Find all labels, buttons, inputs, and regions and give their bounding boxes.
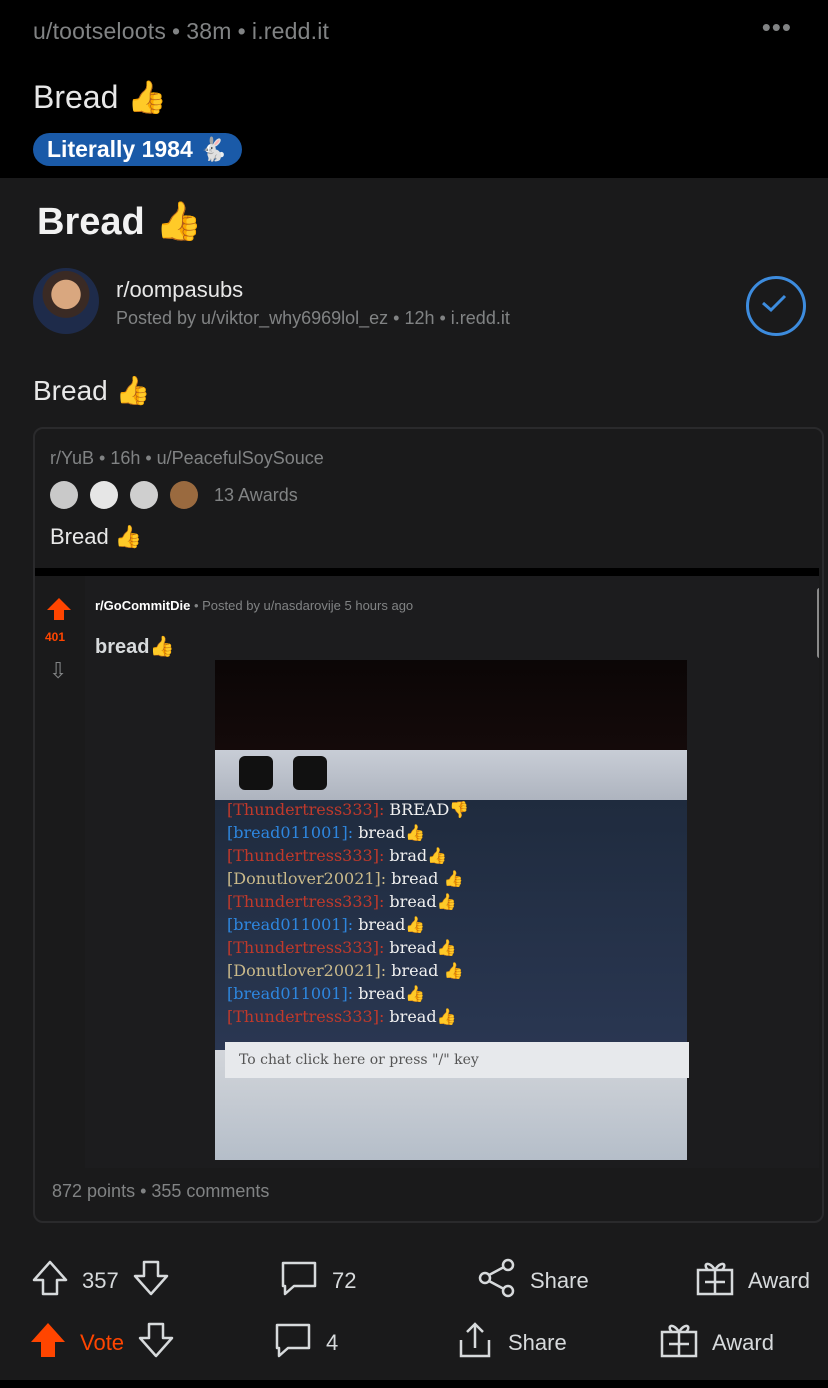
comments-button[interactable]: 4 <box>272 1320 338 1366</box>
chat-username: [bread011001]: <box>227 915 359 934</box>
screenshot-subreddit: r/GoCommitDie <box>95 598 191 613</box>
game-photo: [Thundertress333]: BREAD👎 [bread011001]: … <box>215 660 689 1160</box>
gift-icon <box>658 1320 700 1366</box>
screenshot-header: r/GoCommitDie • Posted by u/nasdarovije … <box>95 598 413 613</box>
author-link[interactable]: u/tootseloots <box>33 18 166 44</box>
comment-icon <box>272 1320 314 1366</box>
vote-label: Vote <box>80 1330 125 1355</box>
chat-username: [Thundertress333]: <box>227 1007 390 1026</box>
downvote-icon[interactable] <box>131 1258 171 1304</box>
comments-button[interactable]: 72 <box>278 1258 356 1304</box>
chat-line: [Thundertress333]: BREAD👎 <box>227 800 469 819</box>
chat-username: [Thundertress333]: <box>227 846 390 865</box>
downvote-icon: ⇩ <box>49 658 68 683</box>
comment-count: 4 <box>326 1330 339 1355</box>
chat-message: bread👍 <box>389 892 457 911</box>
chat-username: [Donutlover20021]: <box>227 961 392 980</box>
bottom-edge <box>0 1380 828 1388</box>
vote-group: 357 <box>30 1258 171 1304</box>
chat-message: bread 👍 <box>391 869 464 888</box>
share-icon <box>454 1320 496 1366</box>
share-button[interactable]: Share <box>454 1320 567 1366</box>
chat-line: [bread011001]: bread👍 <box>227 915 425 934</box>
inner-post-stats: 872 points • 355 comments <box>52 1181 270 1201</box>
upvote-icon[interactable] <box>28 1320 68 1366</box>
chat-username: [Donutlover20021]: <box>227 869 392 888</box>
award-icon <box>130 481 158 509</box>
roblox-icon <box>239 756 273 790</box>
chat-username: [bread011001]: <box>227 823 359 842</box>
award-icon <box>170 481 198 509</box>
chat-line: [Thundertress333]: bread👍 <box>227 938 456 957</box>
inner-post-body: Bread 👍 <box>50 524 143 549</box>
award-label: Award <box>748 1268 810 1293</box>
awards-row[interactable]: 13 Awards <box>50 480 298 510</box>
chat-line: [Thundertress333]: bread👍 <box>227 892 456 911</box>
scrollbar[interactable] <box>817 588 819 658</box>
post-title: Bread 👍 <box>33 79 168 115</box>
crosspost-body: Bread 👍 <box>33 375 151 406</box>
chat-line: [Thundertress333]: bread👍 <box>227 1007 456 1026</box>
actions-row: 357 72 Share Award <box>0 1250 828 1310</box>
chat-username: [bread011001]: <box>227 984 359 1003</box>
downvote-icon[interactable] <box>136 1320 176 1366</box>
screenshot-title: bread👍 <box>95 636 175 658</box>
chat-username: [Thundertress333]: <box>227 800 390 819</box>
chat-line: [Thundertress333]: brad👍 <box>227 846 447 865</box>
posted-by: Posted by u/viktor_why6969lol_ez • 12h •… <box>116 308 510 328</box>
chat-message: bread👍 <box>358 915 426 934</box>
award-button[interactable]: Award <box>658 1320 774 1366</box>
more-options-icon[interactable]: ••• <box>762 12 792 43</box>
chat-message: bread👍 <box>389 1007 457 1026</box>
award-button[interactable]: Award <box>694 1258 810 1304</box>
vote-count: 357 <box>82 1268 119 1293</box>
awards-count: 13 Awards <box>214 484 298 505</box>
chat-username: [Thundertress333]: <box>227 938 390 957</box>
post-age: 38m <box>186 18 232 44</box>
chat-username: [Thundertress333]: <box>227 892 390 911</box>
chat-message: bread👍 <box>389 938 457 957</box>
share-label: Share <box>530 1268 589 1293</box>
chat-line: [bread011001]: bread👍 <box>227 984 425 1003</box>
vote-group: Vote <box>28 1320 176 1366</box>
chat-input-placeholder: To chat click here or press "/" key <box>225 1042 689 1078</box>
post-image[interactable]: 401 ⇩ r/GoCommitDie • Posted by u/nasdar… <box>35 568 819 1168</box>
vote-count: 401 <box>45 630 66 644</box>
checkmark-icon[interactable] <box>746 276 806 336</box>
comment-icon <box>278 1258 320 1304</box>
share-label: Share <box>508 1330 567 1355</box>
post-header: u/tootseloots • 38m • i.redd.it <box>33 18 330 44</box>
award-icon <box>90 481 118 509</box>
award-label: Award <box>712 1330 774 1355</box>
upvote-icon <box>47 598 71 620</box>
chat-message: bread👍 <box>358 984 426 1003</box>
chat-icon <box>293 756 327 790</box>
subreddit-link[interactable]: r/oompasubs <box>116 277 243 303</box>
award-icon <box>50 481 78 509</box>
domain-link[interactable]: i.redd.it <box>252 18 329 44</box>
chat-message: bread 👍 <box>391 961 464 980</box>
chat-line: [bread011001]: bread👍 <box>227 823 425 842</box>
comment-count: 72 <box>332 1268 357 1293</box>
screenshot-posted: • Posted by u/nasdarovije 5 hours ago <box>193 598 414 613</box>
share-icon <box>476 1258 518 1304</box>
chat-message: BREAD👎 <box>389 800 470 819</box>
gift-icon <box>694 1258 736 1304</box>
avatar[interactable] <box>33 268 99 334</box>
crosspost-title: Bread 👍 <box>37 201 203 243</box>
vote-column: 401 ⇩ <box>35 576 85 1168</box>
upvote-icon[interactable] <box>30 1258 70 1304</box>
actions-row-2: Vote 4 Share Award <box>0 1312 828 1372</box>
inner-post-meta: r/YuB • 16h • u/PeacefulSoySouce <box>50 448 324 468</box>
share-button[interactable]: Share <box>476 1258 589 1304</box>
chat-line: [Donutlover20021]: bread 👍 <box>227 961 463 980</box>
chat-message: bread👍 <box>358 823 426 842</box>
chat-message: brad👍 <box>389 846 448 865</box>
chat-line: [Donutlover20021]: bread 👍 <box>227 869 463 888</box>
post-flair[interactable]: Literally 1984 🐇 <box>33 133 242 166</box>
